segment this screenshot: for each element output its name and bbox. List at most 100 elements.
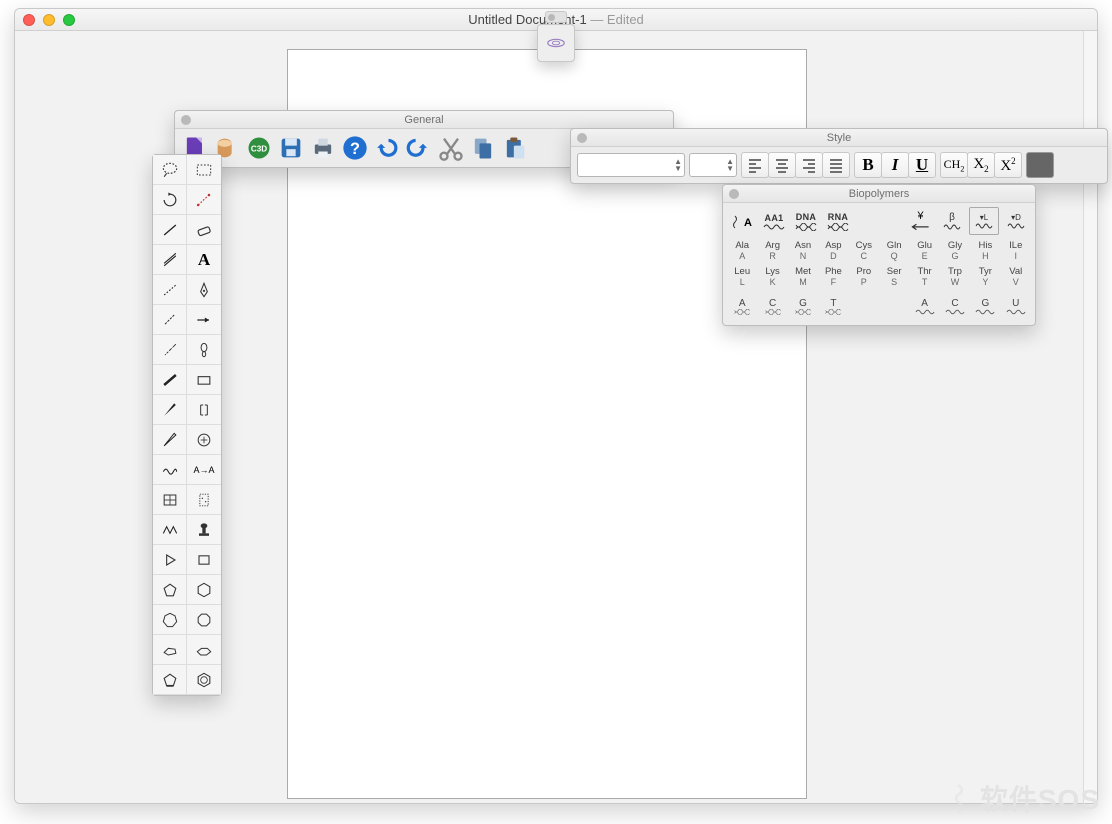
amino-acid-I[interactable]: ILeI (1001, 237, 1031, 263)
save-button[interactable] (277, 134, 305, 162)
superscript-button[interactable]: X2 (994, 152, 1022, 178)
hash-wedge-tool[interactable] (153, 335, 187, 365)
help-button[interactable]: ? (341, 134, 369, 162)
text-tool[interactable]: A (187, 245, 221, 275)
shape2-tool[interactable] (187, 635, 221, 665)
pentagon2-tool[interactable] (153, 665, 187, 695)
close-style-toolbar-button[interactable] (577, 133, 587, 143)
bold-button[interactable]: B (854, 152, 882, 178)
amino-acid-H[interactable]: HisH (970, 237, 1000, 263)
chemical-symbol-tool[interactable] (187, 425, 221, 455)
wedge-bond-tool[interactable] (153, 395, 187, 425)
tlc-plate-tool[interactable] (187, 485, 221, 515)
lconfig-button[interactable]: ▾L (969, 207, 999, 235)
dconfig-button[interactable]: ▾D (1001, 207, 1031, 235)
amino-acid-Q[interactable]: GlnQ (879, 237, 909, 263)
close-general-toolbar-button[interactable] (181, 115, 191, 125)
rna-base-U[interactable]: U (1001, 293, 1031, 319)
amino-acid-A[interactable]: AlaA (727, 237, 757, 263)
aa1-mode-button[interactable]: AA1 (759, 207, 789, 235)
wavy-bond-tool[interactable] (153, 455, 187, 485)
single-bond-tool[interactable] (153, 215, 187, 245)
text-color-swatch[interactable] (1026, 152, 1054, 178)
dna-base-C[interactable]: C (757, 293, 787, 319)
bold-bond-tool[interactable] (153, 365, 187, 395)
dna-base-G[interactable]: G (788, 293, 818, 319)
beta-button[interactable]: β (937, 207, 967, 235)
close-window-button[interactable] (23, 14, 35, 26)
dashed-bond-tool[interactable] (153, 275, 187, 305)
arrow-tool[interactable] (187, 305, 221, 335)
rna-mode-button[interactable]: RNA (823, 207, 853, 235)
shape-box-tool[interactable] (187, 545, 221, 575)
style-toolbar-title[interactable]: Style (571, 129, 1107, 147)
orbital-tool[interactable] (187, 335, 221, 365)
align-center-button[interactable] (768, 152, 796, 178)
align-justify-button[interactable] (822, 152, 850, 178)
amino-acid-R[interactable]: ArgR (757, 237, 787, 263)
align-left-button[interactable] (741, 152, 769, 178)
align-right-button[interactable] (795, 152, 823, 178)
heptagon-tool[interactable] (153, 605, 187, 635)
chem3d-button[interactable]: C3D (245, 134, 273, 162)
amino-acid-E[interactable]: GluE (909, 237, 939, 263)
amino-acid-Y[interactable]: TyrY (970, 263, 1000, 289)
close-biopolymers-toolbar-button[interactable] (729, 189, 739, 199)
hollow-wedge-tool[interactable] (153, 425, 187, 455)
print-button[interactable] (309, 134, 337, 162)
floating-mini-toolbar[interactable] (537, 24, 575, 62)
chain-tool[interactable] (153, 515, 187, 545)
multi-bond-tool[interactable] (153, 245, 187, 275)
font-family-combo[interactable]: ▲▼ (577, 153, 685, 177)
amino-acid-K[interactable]: LysK (757, 263, 787, 289)
general-toolbar-title[interactable]: General (175, 111, 673, 129)
minimize-window-button[interactable] (43, 14, 55, 26)
amino-acid-D[interactable]: AspD (818, 237, 848, 263)
amino-acid-W[interactable]: TrpW (940, 263, 970, 289)
underline-button[interactable]: U (908, 152, 936, 178)
play-tool[interactable] (153, 545, 187, 575)
amino-acid-S[interactable]: SerS (879, 263, 909, 289)
biopolymers-toolbar-title[interactable]: Biopolymers (723, 185, 1035, 203)
paste-button[interactable] (501, 134, 529, 162)
shape1-tool[interactable] (153, 635, 187, 665)
amino-acid-M[interactable]: MetM (788, 263, 818, 289)
cut-button[interactable] (437, 134, 465, 162)
amino-acid-L[interactable]: LeuL (727, 263, 757, 289)
subscript-button[interactable]: X2 (967, 152, 995, 178)
amino-acid-N[interactable]: AsnN (788, 237, 818, 263)
amino-acid-F[interactable]: PheF (818, 263, 848, 289)
table-tool[interactable] (153, 485, 187, 515)
undo-button[interactable] (373, 134, 401, 162)
rectangle-tool[interactable] (187, 365, 221, 395)
font-size-combo[interactable]: ▲▼ (689, 153, 737, 177)
mini-toolbar-handle[interactable] (545, 11, 567, 23)
formula-button[interactable]: CH2 (940, 152, 968, 178)
dna-mode-button[interactable]: DNA (791, 207, 821, 235)
eraser-tool[interactable] (187, 215, 221, 245)
rotate-tool[interactable] (153, 185, 187, 215)
benzene-tool[interactable] (187, 665, 221, 695)
hexagon-tool[interactable] (187, 575, 221, 605)
amino-acid-V[interactable]: ValV (1001, 263, 1031, 289)
rna-base-A[interactable]: A (909, 293, 939, 319)
bond-edit-tool[interactable] (187, 185, 221, 215)
amino-acid-G[interactable]: GlyG (940, 237, 970, 263)
nterm-button[interactable]: ¥ (905, 207, 935, 235)
stamp-tool[interactable] (187, 515, 221, 545)
pen-tool[interactable] (187, 275, 221, 305)
amino-acid-T[interactable]: ThrT (909, 263, 939, 289)
pentagon-tool[interactable] (153, 575, 187, 605)
lasso-tool[interactable] (153, 155, 187, 185)
rna-base-C[interactable]: C (940, 293, 970, 319)
rna-base-G[interactable]: G (970, 293, 1000, 319)
amino-acid-P[interactable]: ProP (849, 263, 879, 289)
dna-base-A[interactable]: A (727, 293, 757, 319)
amino-acid-C[interactable]: CysC (849, 237, 879, 263)
sequence-tool[interactable]: A (727, 207, 757, 235)
hash-bond-tool[interactable] (153, 305, 187, 335)
redo-button[interactable] (405, 134, 433, 162)
zoom-window-button[interactable] (63, 14, 75, 26)
atom-label-tool[interactable]: A→A (187, 455, 221, 485)
octagon-tool[interactable] (187, 605, 221, 635)
